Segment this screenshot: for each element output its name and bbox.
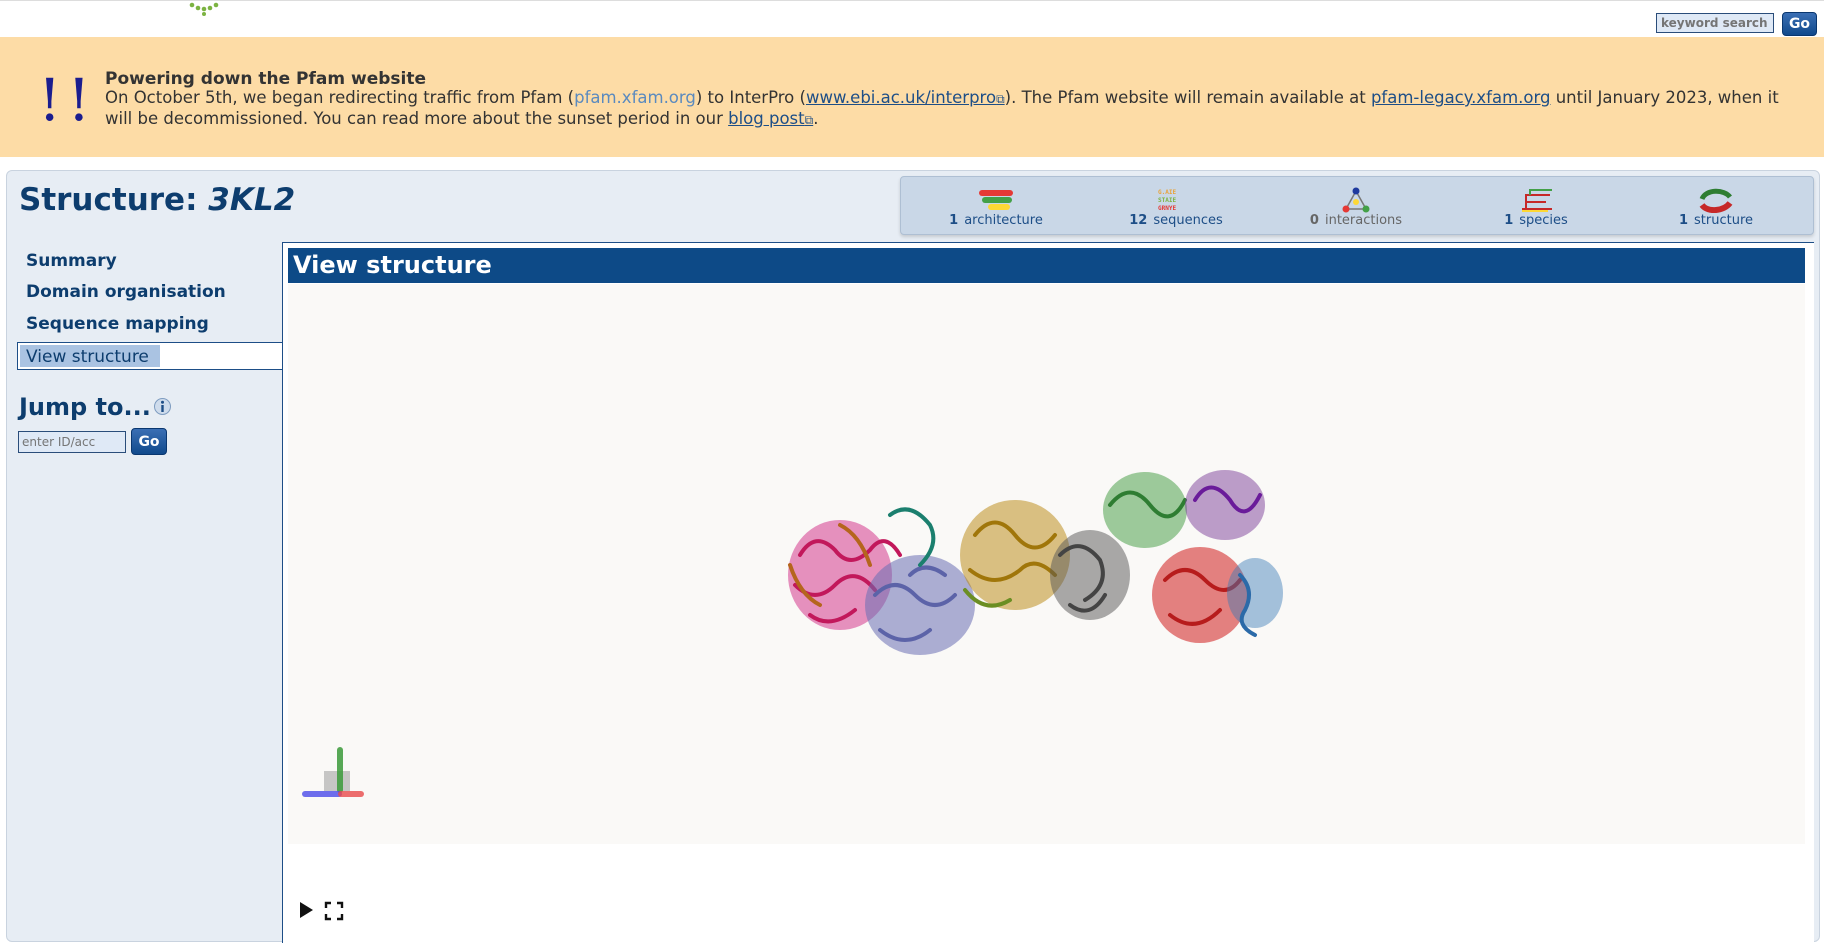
pfam-logo-icon[interactable] bbox=[182, 1, 222, 17]
structure-id: 3KL2 bbox=[208, 182, 296, 218]
stats-bar: 1 architecture G.AIE STAIE GRNYE 12 sequen… bbox=[900, 176, 1814, 235]
stat-structure[interactable]: 1 structure bbox=[1661, 177, 1771, 234]
jump-to-title: Jump to... bbox=[19, 393, 151, 421]
interpro-link-text[interactable]: www.ebi.ac.uk/interpro bbox=[806, 88, 996, 107]
nav-item-summary[interactable]: Summary bbox=[26, 251, 117, 271]
warning-icon: !! bbox=[38, 66, 97, 134]
nav-item-sequence-mapping[interactable]: Sequence mapping bbox=[26, 314, 209, 334]
page-title: Structure: 3KL2 bbox=[19, 182, 295, 218]
external-link-icon: ⧉ bbox=[996, 92, 1005, 106]
external-link-icon: ⧉ bbox=[804, 113, 814, 127]
svg-text:STAIE: STAIE bbox=[1158, 197, 1176, 204]
stat-label: architecture bbox=[964, 213, 1043, 228]
banner-text-part: . bbox=[813, 109, 819, 128]
stat-label: interactions bbox=[1324, 213, 1403, 228]
stat-count: 0 bbox=[1309, 213, 1319, 228]
stat-count: 1 bbox=[1678, 213, 1689, 228]
species-icon bbox=[1522, 189, 1552, 212]
stat-count: 1 bbox=[1504, 213, 1514, 228]
stat-count: 12 bbox=[1129, 213, 1148, 228]
architecture-icon bbox=[979, 190, 1013, 210]
blog-post-link[interactable]: blog post⧉ bbox=[728, 109, 813, 128]
protein-structure-render[interactable] bbox=[780, 465, 1290, 680]
pfam-legacy-link[interactable]: pfam-legacy.xfam.org bbox=[1371, 88, 1551, 107]
banner-title: Powering down the Pfam website bbox=[105, 69, 426, 89]
section-heading: View structure bbox=[288, 248, 1805, 283]
interactions-icon bbox=[1342, 187, 1370, 213]
interpro-link[interactable]: www.ebi.ac.uk/interpro⧉ bbox=[806, 88, 1005, 107]
top-bar: Go bbox=[0, 0, 1824, 38]
axes-orientation-icon bbox=[302, 747, 364, 797]
nav-item-view-structure-label[interactable]: View structure bbox=[26, 347, 149, 367]
keyword-search-input[interactable] bbox=[1656, 13, 1774, 33]
stat-species[interactable]: 1 species bbox=[1481, 177, 1591, 234]
stat-architecture[interactable]: 1 architecture bbox=[941, 177, 1051, 234]
banner-text-part: On October 5th, we began redirecting tra… bbox=[105, 88, 575, 107]
banner-text-part: ) to InterPro ( bbox=[695, 88, 806, 107]
stat-label: sequences bbox=[1153, 213, 1223, 228]
search-go-button[interactable]: Go bbox=[1782, 12, 1817, 36]
notice-banner: !! Powering down the Pfam website On Oct… bbox=[0, 37, 1824, 157]
stat-label: species bbox=[1519, 213, 1568, 228]
jump-go-button[interactable]: Go bbox=[131, 428, 167, 455]
stat-count: 1 bbox=[949, 213, 959, 228]
stat-sequences[interactable]: G.AIE STAIE GRNYE 12 sequences bbox=[1121, 177, 1231, 234]
pfam-link[interactable]: pfam.xfam.org bbox=[574, 88, 696, 107]
nav-item-domain-organisation[interactable]: Domain organisation bbox=[26, 282, 226, 302]
play-icon[interactable] bbox=[297, 900, 315, 920]
stat-label: structure bbox=[1694, 213, 1754, 228]
svg-text:G.AIE: G.AIE bbox=[1158, 189, 1176, 196]
info-icon[interactable] bbox=[153, 397, 172, 416]
jump-to-input[interactable] bbox=[18, 431, 126, 453]
structure-icon bbox=[1699, 188, 1733, 213]
banner-text: On October 5th, we began redirecting tra… bbox=[105, 88, 1795, 130]
fullscreen-icon[interactable] bbox=[324, 901, 344, 921]
stat-interactions[interactable]: 0 interactions bbox=[1301, 177, 1411, 234]
page-title-prefix: Structure: bbox=[19, 182, 209, 218]
banner-text-part: ). The Pfam website will remain availabl… bbox=[1004, 88, 1371, 107]
sequences-icon: G.AIE STAIE GRNYE bbox=[1158, 189, 1176, 212]
svg-text:GRNYE: GRNYE bbox=[1158, 205, 1176, 212]
blog-post-link-text[interactable]: blog post bbox=[728, 109, 805, 128]
